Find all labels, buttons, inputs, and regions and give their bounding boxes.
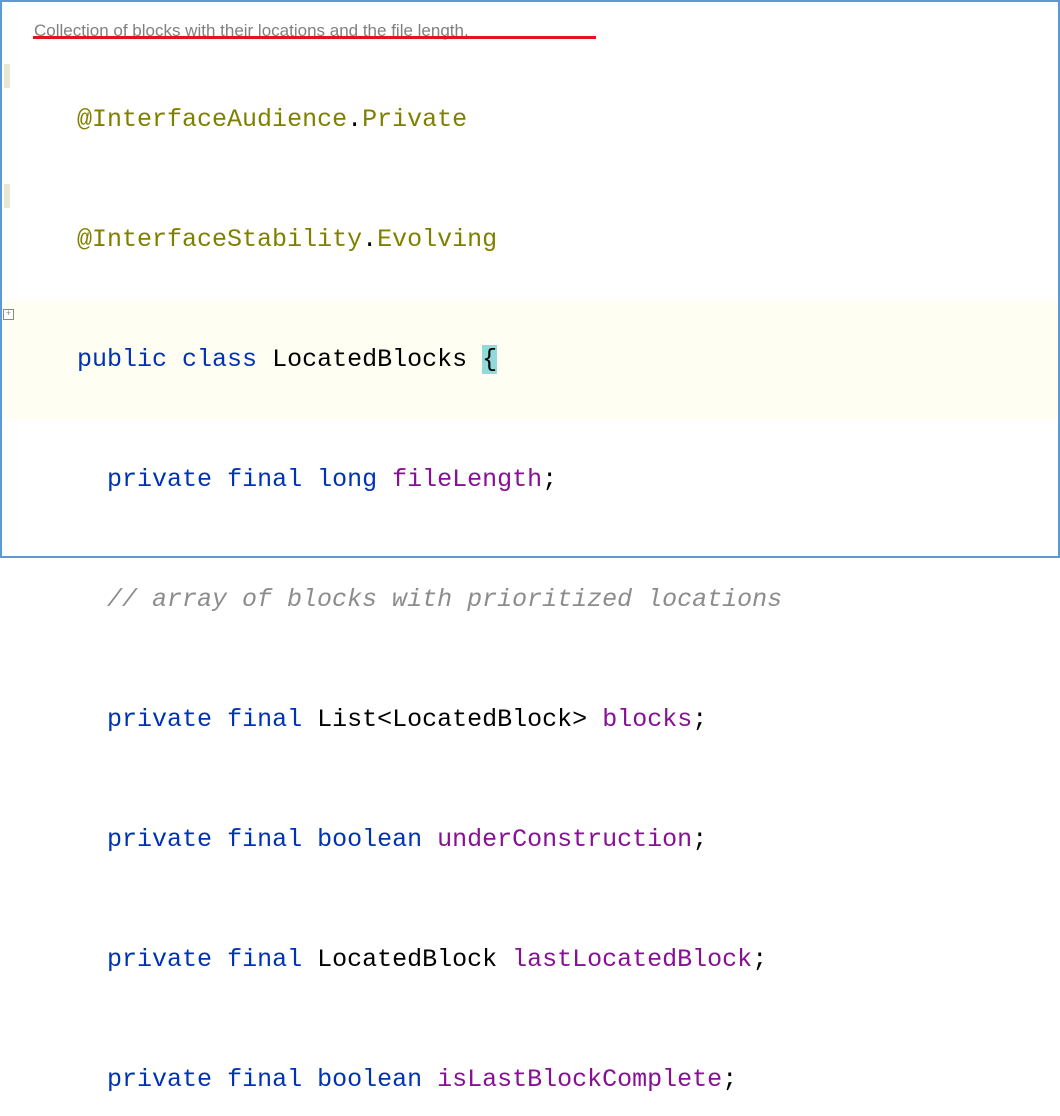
dot: .	[362, 225, 377, 254]
code-editor[interactable]: @InterfaceAudience.Private @InterfaceSta…	[2, 54, 1058, 1116]
semicolon: ;	[722, 1065, 737, 1094]
annotation-private: Private	[362, 105, 467, 134]
field-isLastBlockComplete: isLastBlockComplete	[437, 1065, 722, 1094]
annotation-audience: InterfaceAudience	[92, 105, 347, 134]
type-list: List	[317, 705, 377, 734]
kw-final: final	[227, 945, 302, 974]
at-sign: @	[77, 105, 92, 134]
gutter-mark-icon	[4, 184, 10, 208]
kw-final: final	[227, 1065, 302, 1094]
class-declaration-line: + public class LocatedBlocks {	[2, 300, 1058, 420]
doc-comment-area: Collection of blocks with their location…	[2, 2, 1058, 54]
kw-final: final	[227, 465, 302, 494]
kw-private: private	[107, 1065, 212, 1094]
class-name: LocatedBlocks	[272, 345, 467, 374]
type-locatedblock: LocatedBlock	[317, 945, 497, 974]
semicolon: ;	[692, 825, 707, 854]
comment-line: // array of blocks with prioritized loca…	[2, 540, 1058, 660]
type-locatedblock: LocatedBlock	[392, 705, 572, 734]
gutter-mark-icon	[4, 64, 10, 88]
fold-collapse-icon[interactable]: +	[3, 309, 14, 320]
type-boolean: boolean	[317, 825, 422, 854]
field-lastLocatedBlock: lastLocatedBlock	[512, 945, 752, 974]
at-sign: @	[77, 225, 92, 254]
field-line-blocks: private final List<LocatedBlock> blocks;	[2, 660, 1058, 780]
field-line-lastLocatedBlock: private final LocatedBlock lastLocatedBl…	[2, 900, 1058, 1020]
doc-comment-text: Collection of blocks with their location…	[34, 17, 469, 44]
underline-annotation	[33, 36, 596, 39]
open-brace: {	[482, 345, 497, 374]
annotation-evolving: Evolving	[377, 225, 497, 254]
kw-private: private	[107, 465, 212, 494]
field-underConstruction: underConstruction	[437, 825, 692, 854]
type-boolean: boolean	[317, 1065, 422, 1094]
kw-private: private	[107, 945, 212, 974]
semicolon: ;	[692, 705, 707, 734]
kw-class: class	[182, 345, 257, 374]
semicolon: ;	[752, 945, 767, 974]
line-comment: // array of blocks with prioritized loca…	[107, 585, 782, 614]
type-long: long	[317, 465, 377, 494]
annotation-line-2: @InterfaceStability.Evolving	[2, 180, 1058, 300]
kw-public: public	[77, 345, 167, 374]
gt: >	[572, 705, 587, 734]
field-fileLength: fileLength	[392, 465, 542, 494]
field-line-underConstruction: private final boolean underConstruction;	[2, 780, 1058, 900]
kw-private: private	[107, 825, 212, 854]
kw-private: private	[107, 705, 212, 734]
dot: .	[347, 105, 362, 134]
kw-final: final	[227, 825, 302, 854]
annotation-stability: InterfaceStability	[92, 225, 362, 254]
lt: <	[377, 705, 392, 734]
field-line-fileLength: private final long fileLength;	[2, 420, 1058, 540]
field-line-isLastBlockComplete: private final boolean isLastBlockComplet…	[2, 1020, 1058, 1116]
annotation-line-1: @InterfaceAudience.Private	[2, 60, 1058, 180]
field-blocks: blocks	[602, 705, 692, 734]
kw-final: final	[227, 705, 302, 734]
semicolon: ;	[542, 465, 557, 494]
